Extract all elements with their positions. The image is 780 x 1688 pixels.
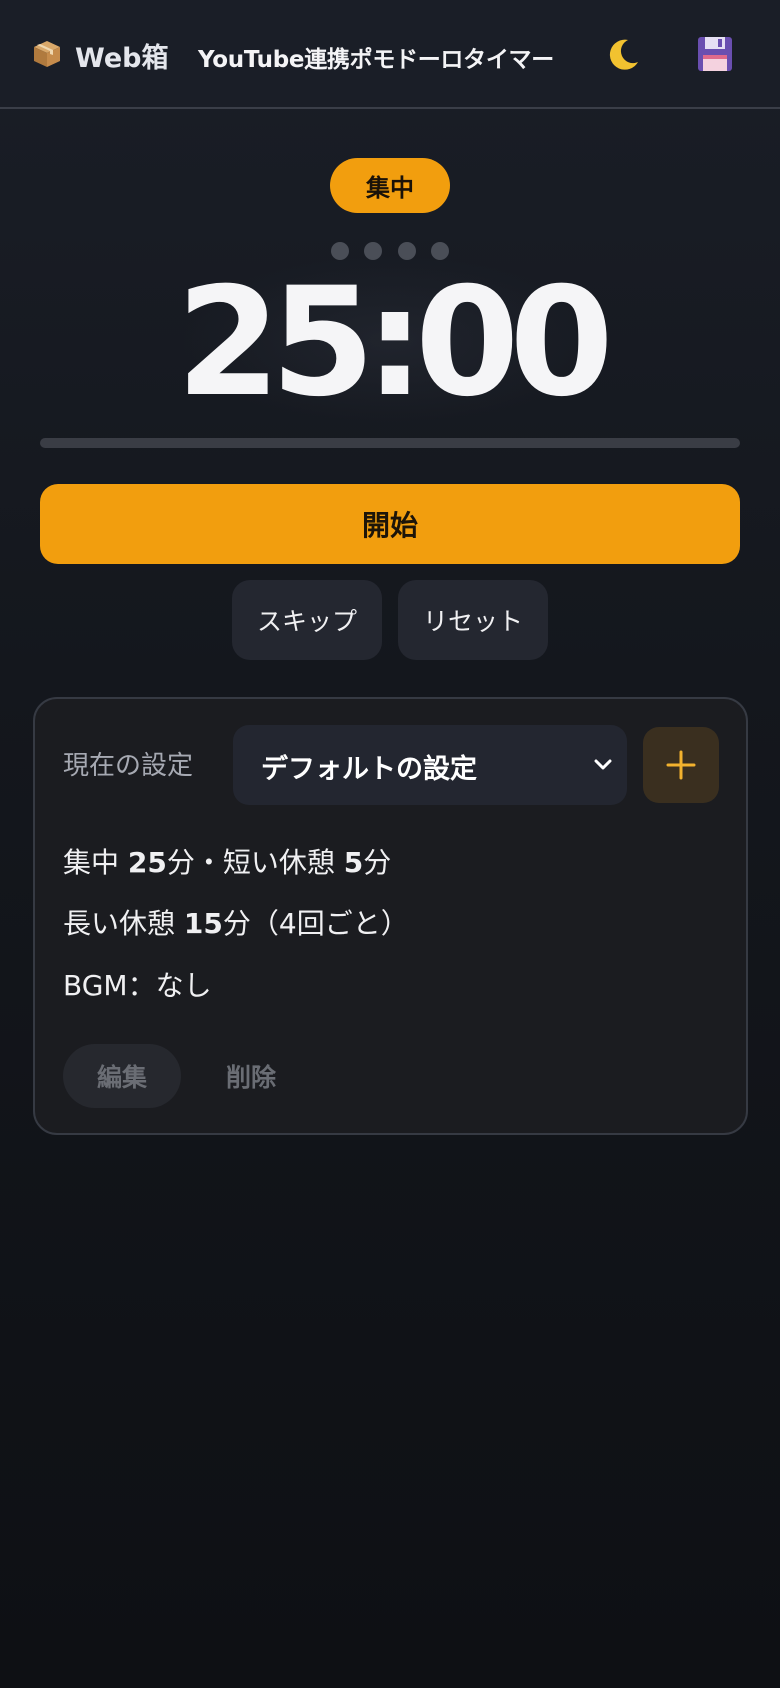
reset-button[interactable]: リセット bbox=[398, 580, 548, 660]
long-break-minutes: 15 bbox=[183, 907, 223, 940]
short-break-minutes: 5 bbox=[343, 846, 364, 879]
progress-bar bbox=[40, 438, 740, 448]
long-break-info: 長い休憩 15分（4回ごと） bbox=[63, 907, 409, 940]
preset-select[interactable]: デフォルトの設定 bbox=[233, 725, 627, 805]
theme-toggle-button[interactable] bbox=[604, 34, 644, 74]
focus-minutes: 25 bbox=[127, 846, 167, 879]
preset-select-value: デフォルトの設定 bbox=[261, 754, 477, 785]
current-settings-label: 現在の設定 bbox=[63, 751, 194, 781]
focus-short-break-info: 集中 25分・短い休憩 5分 bbox=[63, 846, 392, 879]
plus-icon bbox=[666, 750, 696, 780]
edit-button[interactable]: 編集 bbox=[63, 1044, 181, 1108]
save-button[interactable] bbox=[695, 34, 735, 74]
box-icon bbox=[34, 41, 60, 67]
floppy-disk-icon bbox=[698, 37, 732, 71]
page-title: YouTube連携ポモドーロタイマー bbox=[198, 47, 554, 73]
timer-display: 25:00 bbox=[176, 256, 613, 430]
skip-button[interactable]: スキップ bbox=[232, 580, 382, 660]
add-preset-button[interactable] bbox=[643, 727, 719, 803]
start-button[interactable]: 開始 bbox=[40, 484, 740, 564]
app: Web箱 YouTube連携ポモドーロタイマー 集中 25:00 開始 スキップ… bbox=[0, 0, 780, 1688]
phase-badge: 集中 bbox=[330, 158, 450, 213]
logo-text[interactable]: Web箱 bbox=[75, 36, 168, 75]
bgm-info: BGM：なし bbox=[63, 969, 212, 1002]
delete-button[interactable]: 削除 bbox=[211, 1044, 291, 1108]
app-header: Web箱 YouTube連携ポモドーロタイマー bbox=[0, 0, 780, 109]
chevron-down-icon bbox=[594, 759, 612, 770]
settings-card: 現在の設定 デフォルトの設定 集中 25分・短い休憩 5分 長い休憩 15分（4… bbox=[33, 697, 748, 1135]
moon-icon bbox=[609, 39, 638, 70]
